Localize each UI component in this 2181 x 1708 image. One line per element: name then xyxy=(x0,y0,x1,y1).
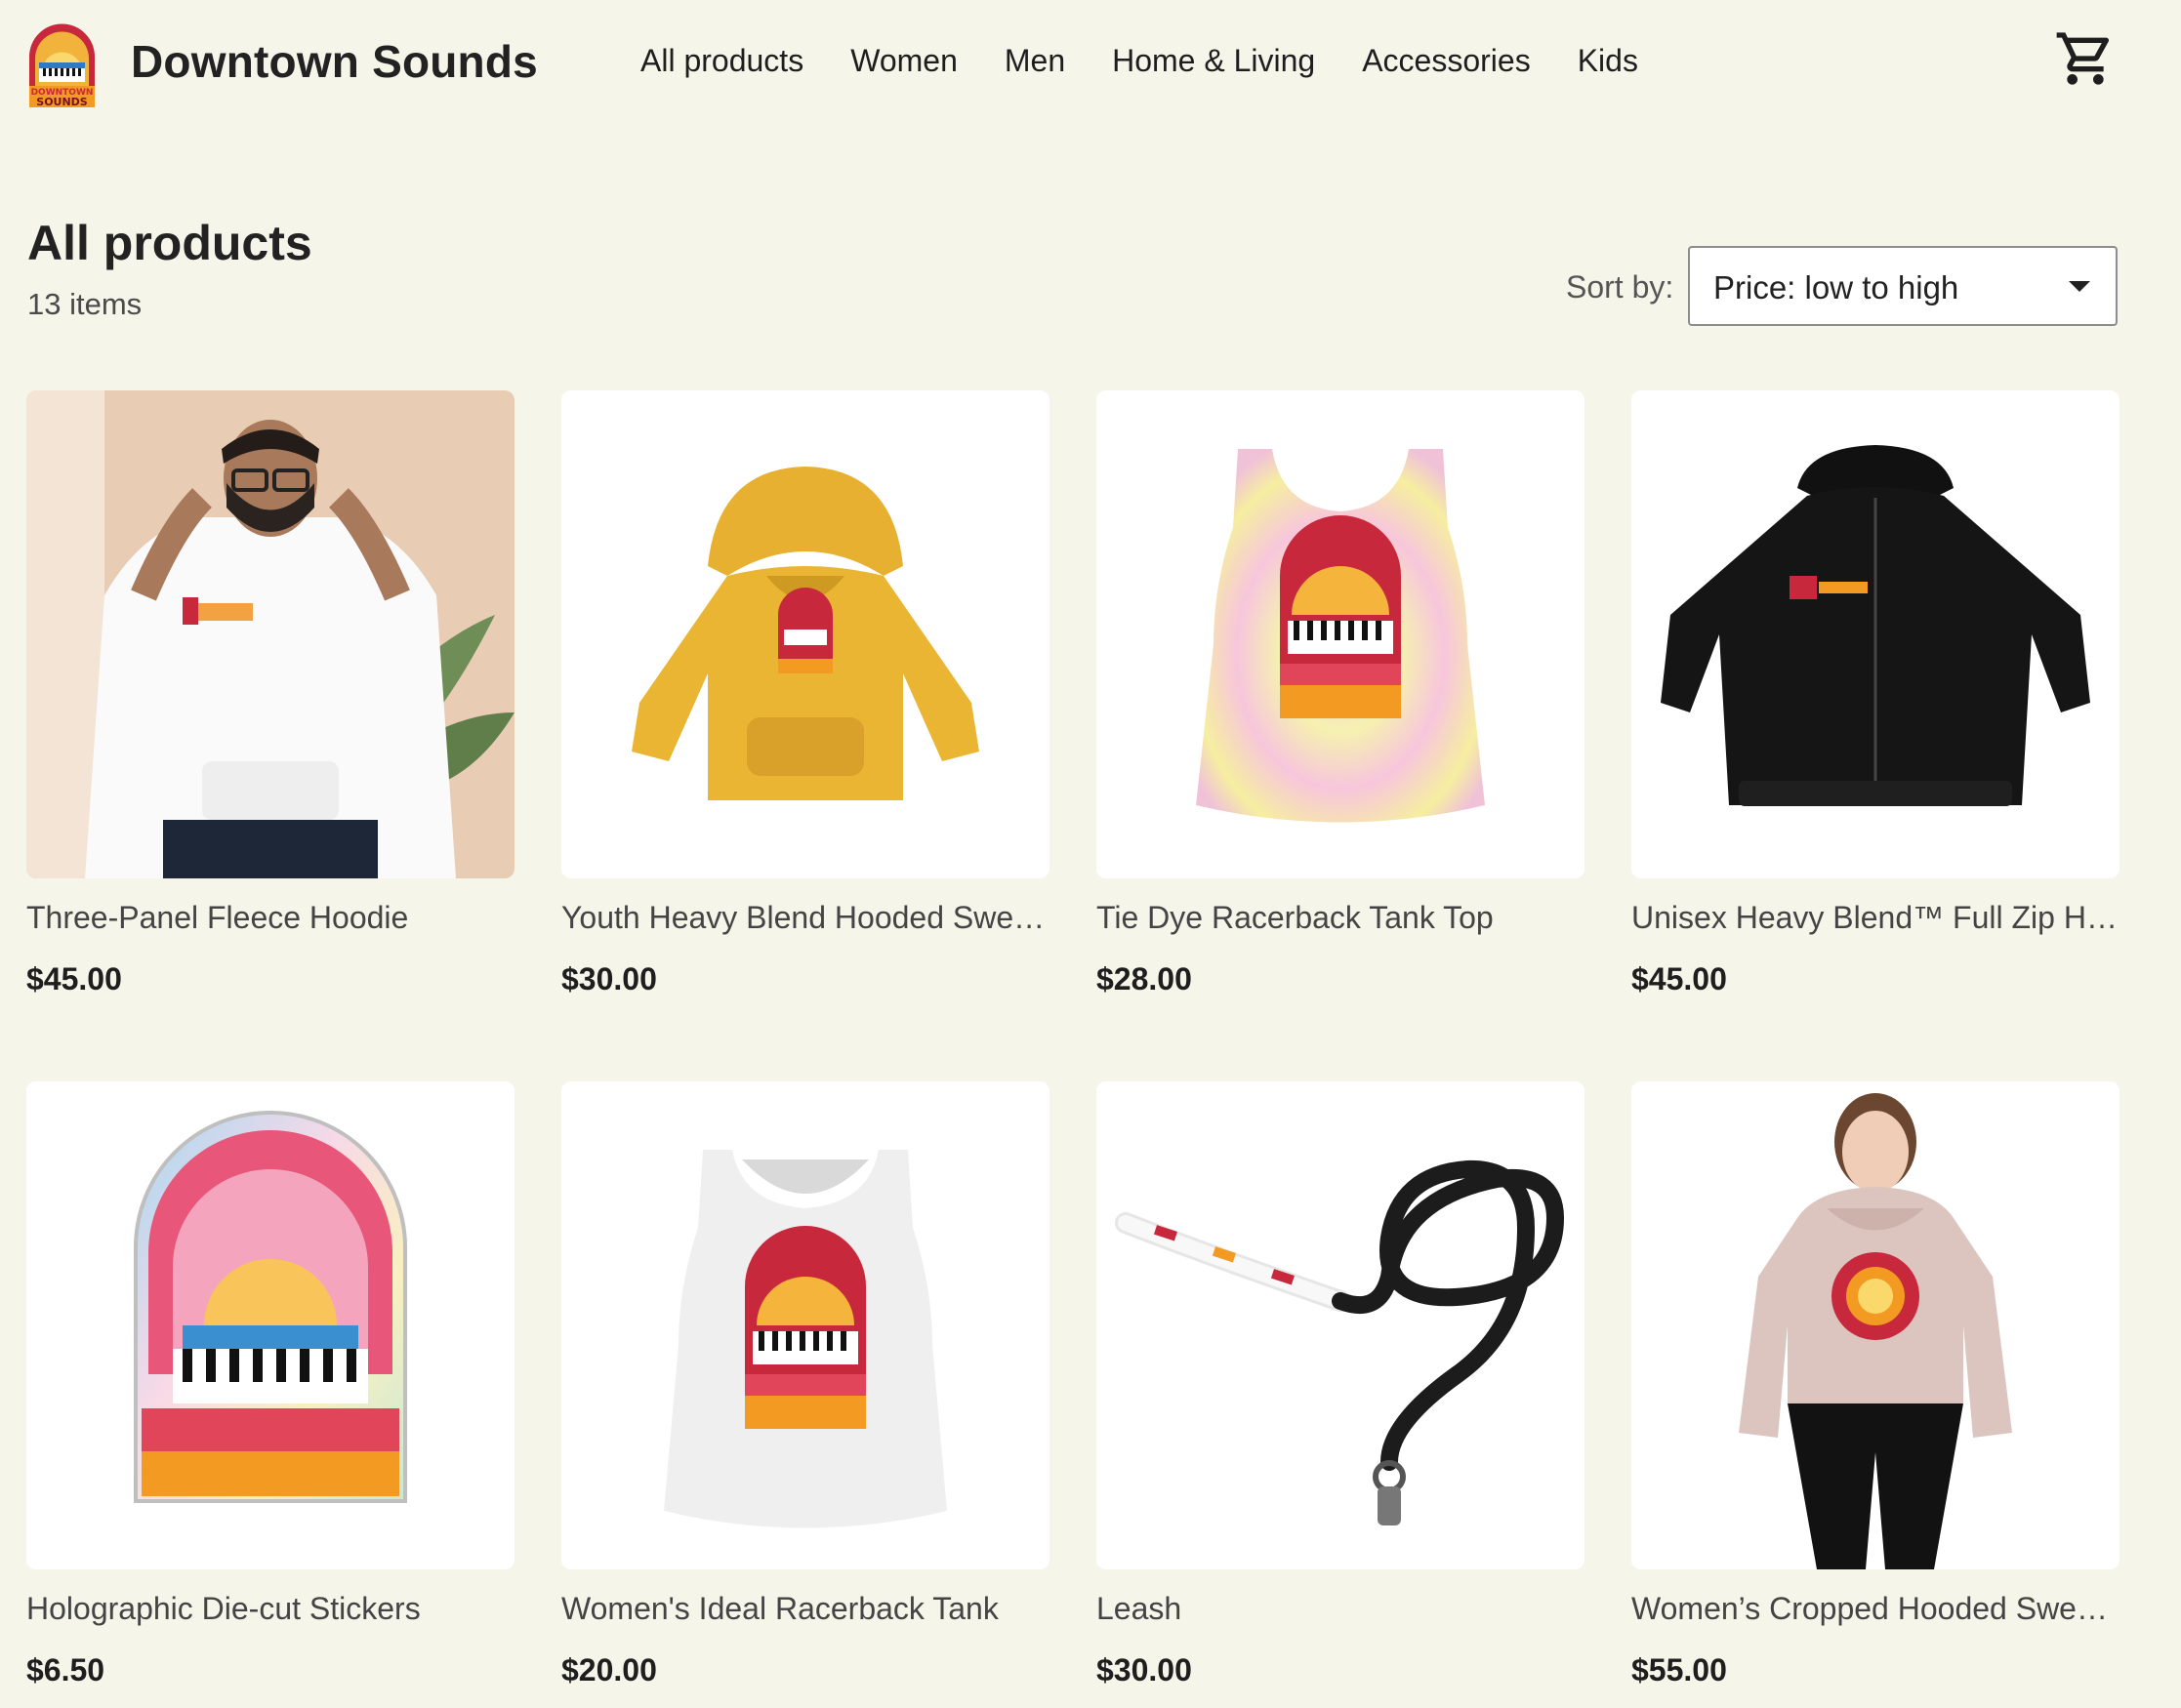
product-price: $6.50 xyxy=(26,1652,105,1688)
product-price: $28.00 xyxy=(1096,961,1192,996)
nav-women[interactable]: Women xyxy=(850,43,958,79)
brand-logo-icon[interactable]: DOWNTOWN SOUNDS xyxy=(25,18,99,111)
product-image[interactable] xyxy=(561,390,1049,878)
chevron-down-icon xyxy=(2069,281,2090,292)
logo-text-sounds: SOUNDS xyxy=(36,96,88,108)
sort-dropdown[interactable]: Price: low to high xyxy=(1688,246,2118,326)
product-price: $45.00 xyxy=(1631,961,1727,996)
product-name[interactable]: Leash xyxy=(1096,1591,1584,1627)
nav-men[interactable]: Men xyxy=(1005,43,1065,79)
product-price: $30.00 xyxy=(1096,1652,1192,1688)
product-image[interactable] xyxy=(561,1081,1049,1569)
product-name[interactable]: Tie Dye Racerback Tank Top xyxy=(1096,900,1584,936)
product-name[interactable]: Unisex Heavy Blend™ Full Zip Hooded Swea… xyxy=(1631,900,2119,936)
nav-home-living[interactable]: Home & Living xyxy=(1112,43,1315,79)
main-nav: All products Women Men Home & Living Acc… xyxy=(640,43,1638,79)
brand-name[interactable]: Downtown Sounds xyxy=(131,35,538,88)
page-title: All products xyxy=(27,216,312,270)
product-name[interactable]: Women's Ideal Racerback Tank xyxy=(561,1591,1049,1627)
product-card[interactable]: Women's Ideal Racerback Tank $20.00 xyxy=(561,1081,1049,1688)
product-card[interactable]: Holographic Die-cut Stickers $6.50 xyxy=(26,1081,514,1688)
product-image[interactable] xyxy=(1096,390,1584,878)
sort-selected-value: Price: low to high xyxy=(1713,269,1959,305)
nav-kids[interactable]: Kids xyxy=(1578,43,1638,79)
product-price: $55.00 xyxy=(1631,1652,1727,1688)
product-price: $20.00 xyxy=(561,1652,657,1688)
product-price: $45.00 xyxy=(26,961,122,996)
product-image[interactable] xyxy=(1096,1081,1584,1569)
sort-label: Sort by: xyxy=(1566,269,1674,305)
product-name[interactable]: Youth Heavy Blend Hooded Sweatshirt xyxy=(561,900,1049,936)
product-image[interactable] xyxy=(26,1081,514,1569)
cart-icon[interactable] xyxy=(2054,27,2117,90)
product-image[interactable] xyxy=(26,390,514,878)
product-image[interactable] xyxy=(1631,1081,2119,1569)
product-image[interactable] xyxy=(1631,390,2119,878)
product-card[interactable]: Tie Dye Racerback Tank Top $28.00 xyxy=(1096,390,1584,997)
product-price: $30.00 xyxy=(561,961,657,996)
product-name[interactable]: Holographic Die-cut Stickers xyxy=(26,1591,514,1627)
product-name[interactable]: Three-Panel Fleece Hoodie xyxy=(26,900,514,936)
item-count: 13 items xyxy=(27,287,143,321)
product-card[interactable]: Women’s Cropped Hooded Sweatshirt $55.00 xyxy=(1631,1081,2119,1688)
nav-accessories[interactable]: Accessories xyxy=(1362,43,1531,79)
product-card[interactable]: Unisex Heavy Blend™ Full Zip Hooded Swea… xyxy=(1631,390,2119,997)
product-card[interactable]: Three-Panel Fleece Hoodie $45.00 xyxy=(26,390,514,997)
product-name[interactable]: Women’s Cropped Hooded Sweatshirt xyxy=(1631,1591,2119,1627)
nav-all-products[interactable]: All products xyxy=(640,43,803,79)
product-card[interactable]: Youth Heavy Blend Hooded Sweatshirt $30.… xyxy=(561,390,1049,997)
product-card[interactable]: Leash $30.00 xyxy=(1096,1081,1584,1688)
